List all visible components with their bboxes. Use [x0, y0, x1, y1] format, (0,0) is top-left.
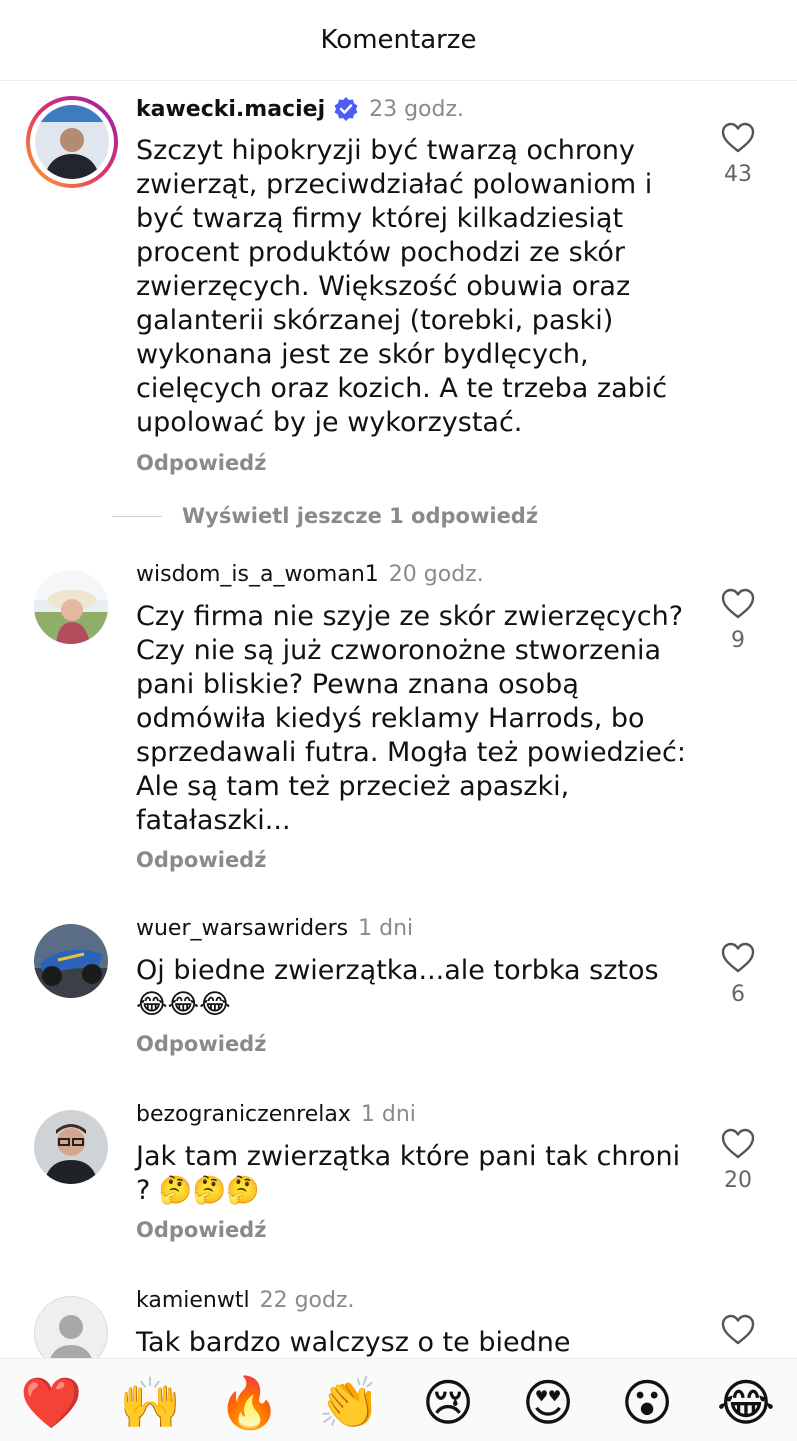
comment-meta: kawecki.maciej 23 godz. — [136, 96, 464, 122]
avatar[interactable] — [34, 570, 108, 644]
comments-header: Komentarze — [0, 0, 797, 81]
like-count: 6 — [731, 982, 745, 1007]
like-button[interactable]: 9 — [712, 588, 764, 653]
comment-text: Czy firma nie szyje ze skór zwierzęcych?… — [136, 601, 686, 836]
verified-badge-icon — [333, 96, 359, 122]
username[interactable]: wuer_warsawriders — [136, 916, 348, 941]
comment-meta: kamienwtl 22 godz. — [136, 1288, 355, 1313]
emoji-red-heart-button[interactable]: ❤️ — [20, 1373, 82, 1433]
username[interactable]: bezograniczenrelax — [136, 1102, 351, 1127]
like-button[interactable]: 43 — [712, 122, 764, 187]
like-count: 20 — [724, 1168, 752, 1193]
heart-icon — [721, 942, 755, 973]
avatar[interactable] — [34, 924, 108, 998]
emoji-clapping-hands-button[interactable]: 👏 — [318, 1373, 380, 1433]
reply-button[interactable]: Odpowiedź — [136, 451, 266, 475]
more-replies-label: Wyświetl jeszcze 1 odpowiedź — [182, 504, 539, 528]
reply-button[interactable]: Odpowiedź — [136, 848, 266, 872]
avatar[interactable] — [26, 96, 118, 188]
like-button[interactable]: 6 — [712, 942, 764, 1007]
comment-meta: bezograniczenrelax 1 dni — [136, 1102, 416, 1127]
emoji-surprised-face-button[interactable]: 😮 — [617, 1373, 677, 1433]
comment-text: Oj biedne zwierzątka...ale torbka sztos … — [136, 955, 659, 1020]
timestamp: 20 godz. — [388, 562, 484, 587]
emoji-crying-face-button[interactable]: 😢 — [418, 1373, 478, 1433]
username[interactable]: kawecki.maciej — [136, 97, 325, 122]
comment-meta: wuer_warsawriders 1 dni — [136, 916, 413, 941]
emoji-raised-hands-button[interactable]: 🙌 — [119, 1373, 181, 1433]
view-more-replies-button[interactable]: Wyświetl jeszcze 1 odpowiedź — [112, 504, 538, 528]
like-count: 9 — [731, 628, 745, 653]
heart-icon — [721, 1128, 755, 1159]
comment-text: Tak bardzo walczysz o te biedne — [136, 1327, 571, 1358]
timestamp: 23 godz. — [369, 96, 465, 122]
reply-button[interactable]: Odpowiedź — [136, 1218, 266, 1242]
timestamp: 1 dni — [358, 916, 414, 941]
emoji-heart-eyes-button[interactable]: 😍 — [518, 1373, 578, 1433]
heart-icon — [721, 588, 755, 619]
comment-text: Jak tam zwierzątka które pani tak chroni… — [136, 1141, 681, 1206]
comment-text: Szczyt hipokryzji być twarzą ochrony zwi… — [136, 135, 668, 438]
timestamp: 1 dni — [360, 1102, 416, 1127]
heart-icon — [721, 1314, 755, 1345]
more-replies-divider — [112, 515, 162, 517]
username[interactable]: wisdom_is_a_woman1 — [136, 562, 379, 587]
emoji-reaction-bar: ❤️ 🙌 🔥 👏 😢 😍 😮 😂 — [0, 1358, 797, 1441]
like-button[interactable]: 20 — [712, 1128, 764, 1193]
emoji-fire-button[interactable]: 🔥 — [218, 1373, 280, 1433]
like-button[interactable] — [712, 1314, 764, 1346]
username[interactable]: kamienwtl — [136, 1288, 250, 1313]
emoji-tears-of-joy-button[interactable]: 😂 — [716, 1373, 776, 1433]
like-count: 43 — [724, 162, 752, 187]
timestamp: 22 godz. — [259, 1288, 355, 1313]
comment-meta: wisdom_is_a_woman1 20 godz. — [136, 562, 484, 587]
header-title: Komentarze — [320, 25, 477, 55]
heart-icon — [721, 122, 755, 153]
avatar[interactable] — [34, 1110, 108, 1184]
reply-button[interactable]: Odpowiedź — [136, 1032, 266, 1056]
